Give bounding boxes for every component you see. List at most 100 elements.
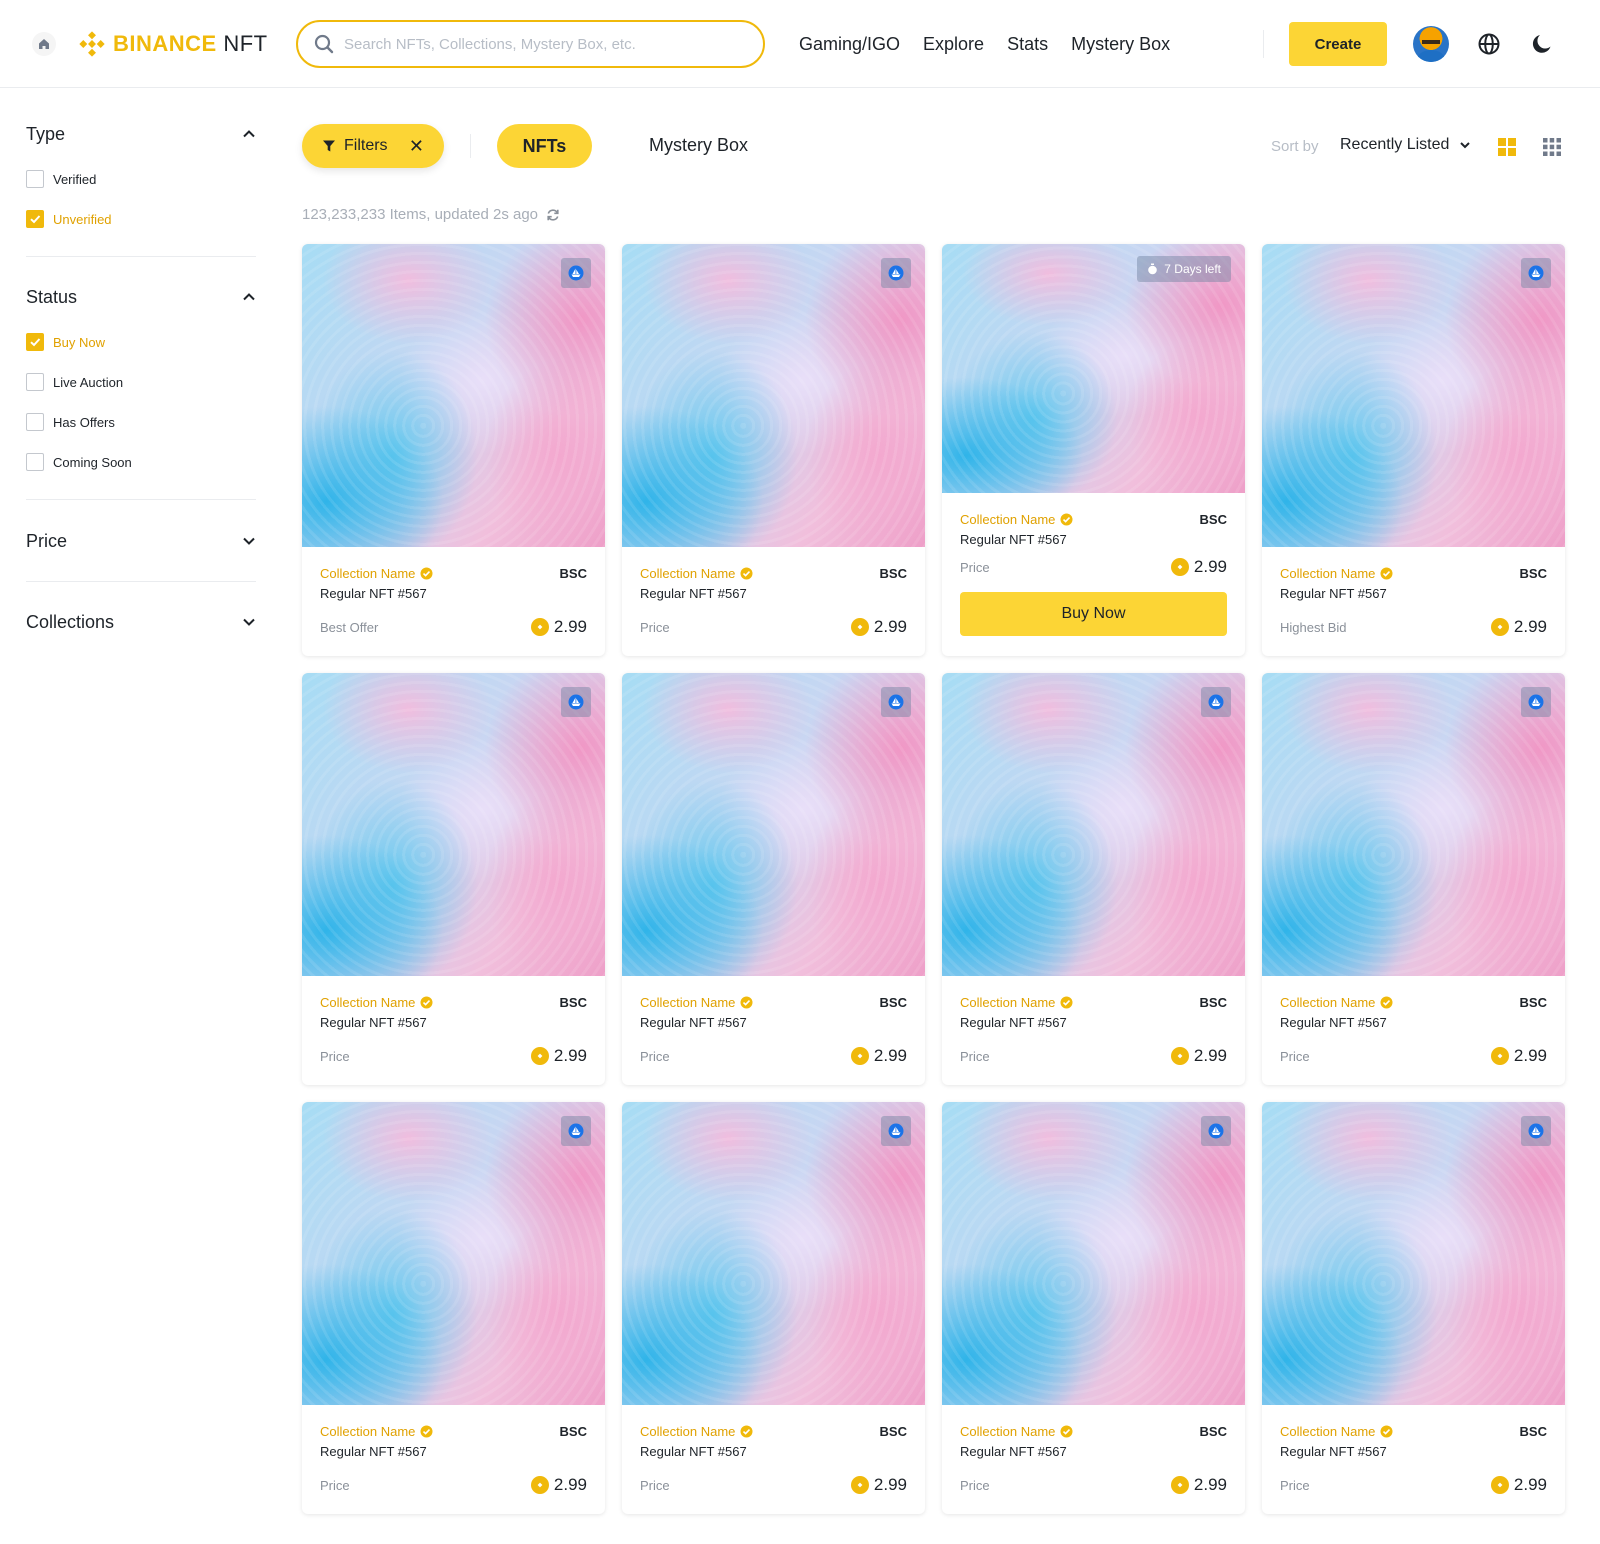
price-label: Price	[1280, 1048, 1310, 1064]
checkbox[interactable]	[26, 413, 44, 431]
nav-gaming-igo[interactable]: Gaming/IGO	[799, 30, 900, 58]
checkbox[interactable]	[26, 453, 44, 471]
chain-label: BSC	[1519, 994, 1547, 1010]
chain-label: BSC	[1199, 994, 1227, 1010]
search-input[interactable]	[344, 35, 724, 53]
globe-icon[interactable]	[1477, 32, 1501, 56]
nft-image[interactable]	[302, 673, 605, 976]
boat-icon	[888, 265, 904, 281]
collection-link[interactable]: Collection Name	[960, 512, 1073, 527]
tab-nfts[interactable]: NFTs	[497, 124, 592, 168]
large-grid-view-icon[interactable]	[1497, 137, 1517, 157]
nft-image[interactable]	[1262, 1102, 1565, 1405]
small-grid-view-icon[interactable]	[1542, 137, 1562, 157]
bnb-coin-icon	[1170, 558, 1189, 576]
nft-card[interactable]: Collection Name BSC Regular NFT #567 Pri…	[1262, 1102, 1565, 1514]
status-section-header[interactable]: Status	[26, 283, 256, 311]
filter-option-live-auction[interactable]: Live Auction	[26, 372, 256, 392]
price-value: 2.99	[553, 1046, 587, 1065]
checkbox[interactable]	[26, 170, 44, 188]
filter-option-has-offers[interactable]: Has Offers	[26, 412, 256, 432]
nav-stats[interactable]: Stats	[1007, 30, 1048, 58]
nft-name: Regular NFT #567	[1280, 1015, 1387, 1030]
price-section-header[interactable]: Price	[26, 527, 256, 555]
nft-card[interactable]: Collection Name BSC Regular NFT #567 Pri…	[622, 244, 925, 656]
binance-nft-logo[interactable]: BINANCE NFT	[79, 28, 268, 60]
collection-link[interactable]: Collection Name	[1280, 1424, 1393, 1439]
home-button[interactable]	[32, 32, 56, 56]
price-label: Price	[320, 1477, 350, 1493]
collections-section-title: Collections	[26, 611, 115, 632]
close-icon[interactable]: ✕	[409, 136, 424, 157]
main-nav: Gaming/IGO Explore Stats Mystery Box	[799, 30, 1170, 58]
verified-icon	[740, 996, 753, 1008]
boat-icon	[1528, 694, 1544, 710]
search-bar[interactable]	[296, 20, 765, 68]
nft-image[interactable]	[942, 673, 1245, 976]
collections-section-header[interactable]: Collections	[26, 608, 256, 636]
nft-image[interactable]	[1262, 673, 1565, 976]
collection-link[interactable]: Collection Name	[320, 566, 433, 581]
nft-card[interactable]: Collection Name BSC Regular NFT #567 Hig…	[1262, 244, 1565, 656]
tab-mystery-box[interactable]: Mystery Box	[649, 135, 748, 156]
nft-card[interactable]: Collection Name BSC Regular NFT #567 Pri…	[302, 1102, 605, 1514]
dark-mode-icon[interactable]	[1530, 32, 1554, 56]
price-label: Price	[960, 559, 990, 575]
price-label: Best Offer	[320, 619, 379, 635]
refresh-icon[interactable]	[546, 208, 560, 222]
nft-card[interactable]: 7 Days left Collection Name BSC Regular …	[942, 244, 1245, 656]
boat-icon	[1208, 694, 1224, 710]
collection-link[interactable]: Collection Name	[320, 1424, 433, 1439]
nft-image[interactable]	[302, 1102, 605, 1405]
checkbox[interactable]	[26, 373, 44, 391]
collection-link[interactable]: Collection Name	[1280, 995, 1393, 1010]
nft-image[interactable]	[622, 673, 925, 976]
nft-card[interactable]: Collection Name BSC Regular NFT #567 Pri…	[942, 1102, 1245, 1514]
collection-link[interactable]: Collection Name	[640, 566, 753, 581]
nft-card[interactable]: Collection Name BSC Regular NFT #567 Pri…	[622, 673, 925, 1085]
filter-option-verified[interactable]: Verified	[26, 169, 256, 189]
filter-option-coming-soon[interactable]: Coming Soon	[26, 452, 256, 472]
nft-name: Regular NFT #567	[640, 586, 747, 601]
collection-link[interactable]: Collection Name	[960, 1424, 1073, 1439]
nft-image[interactable]	[1262, 244, 1565, 547]
nft-image[interactable]	[942, 1102, 1245, 1405]
time-left-badge: 7 Days left	[1137, 256, 1231, 282]
nav-mystery-box[interactable]: Mystery Box	[1071, 30, 1170, 58]
filter-option-buy-now[interactable]: Buy Now	[26, 332, 256, 352]
nft-image[interactable]	[622, 1102, 925, 1405]
chain-label: BSC	[1199, 511, 1227, 527]
create-button[interactable]: Create	[1289, 22, 1387, 66]
collection-link[interactable]: Collection Name	[960, 995, 1073, 1010]
collection-link[interactable]: Collection Name	[640, 995, 753, 1010]
nft-card[interactable]: Collection Name BSC Regular NFT #567 Bes…	[302, 244, 605, 656]
nft-card[interactable]: Collection Name BSC Regular NFT #567 Pri…	[942, 673, 1245, 1085]
nft-name: Regular NFT #567	[1280, 1444, 1387, 1459]
nft-card[interactable]: Collection Name BSC Regular NFT #567 Pri…	[1262, 673, 1565, 1085]
nft-card[interactable]: Collection Name BSC Regular NFT #567 Pri…	[622, 1102, 925, 1514]
sort-select[interactable]: Recently Listed	[1340, 136, 1471, 154]
avatar[interactable]	[1413, 26, 1449, 62]
nav-explore[interactable]: Explore	[923, 30, 984, 58]
chain-label: BSC	[1199, 1423, 1227, 1439]
nft-name: Regular NFT #567	[320, 586, 427, 601]
checkbox-checked[interactable]	[26, 210, 44, 228]
chain-badge	[881, 258, 911, 288]
chain-label: BSC	[879, 994, 907, 1010]
nft-card[interactable]: Collection Name BSC Regular NFT #567 Pri…	[302, 673, 605, 1085]
home-icon	[39, 39, 49, 49]
nft-image[interactable]	[302, 244, 605, 547]
checkbox-checked[interactable]	[26, 333, 44, 351]
nft-image[interactable]: 7 Days left	[942, 244, 1245, 493]
filter-option-unverified[interactable]: Unverified	[26, 209, 256, 229]
collection-link[interactable]: Collection Name	[1280, 566, 1393, 581]
buy-now-button[interactable]: Buy Now	[960, 592, 1227, 636]
nft-image[interactable]	[622, 244, 925, 547]
filters-toggle-button[interactable]: Filters ✕	[302, 124, 444, 168]
type-section-header[interactable]: Type	[26, 120, 256, 148]
price-value: 2.99	[1513, 1046, 1547, 1065]
collection-link[interactable]: Collection Name	[320, 995, 433, 1010]
items-count-text: 123,233,233 Items, updated 2s ago	[302, 206, 539, 223]
collection-link[interactable]: Collection Name	[640, 1424, 753, 1439]
search-icon	[314, 34, 334, 54]
